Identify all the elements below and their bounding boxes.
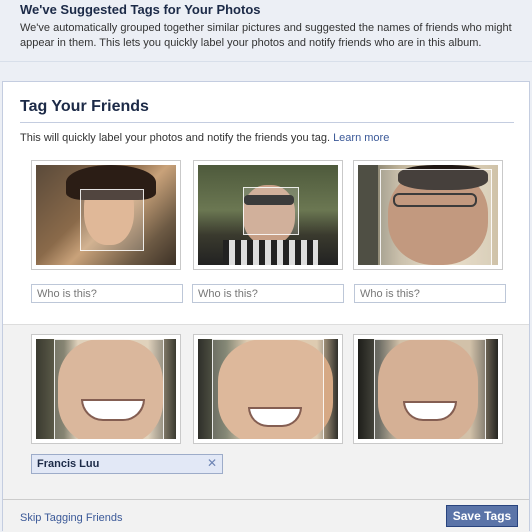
photo-image [36, 165, 176, 265]
face-tag-box [243, 187, 299, 235]
who-is-this-input[interactable]: Who is this? [354, 284, 506, 303]
tag-friends-panel: Tag Your Friends This will quickly label… [2, 81, 530, 532]
panel-title: Tag Your Friends [20, 98, 149, 115]
close-icon[interactable]: ✕ [207, 457, 217, 469]
name-token-label: Francis Luu [37, 458, 100, 470]
photo-thumbnail[interactable] [193, 160, 343, 270]
who-is-this-input[interactable]: Who is this? [31, 284, 183, 303]
face-tag-box [380, 169, 492, 265]
photo-image [358, 165, 498, 265]
subtitle-text: This will quickly label your photos and … [20, 132, 330, 144]
photo-thumbnail[interactable] [31, 160, 181, 270]
save-tags-button[interactable]: Save Tags [446, 505, 518, 527]
name-token[interactable]: Francis Luu ✕ [31, 454, 223, 474]
face-tag-box [212, 339, 324, 439]
learn-more-link[interactable]: Learn more [333, 132, 389, 144]
banner-text: We've automatically grouped together sim… [20, 22, 512, 49]
photo-image [198, 165, 338, 265]
photo-thumbnail[interactable] [193, 334, 343, 444]
face-tag-box [374, 339, 486, 439]
photo-thumbnail[interactable] [353, 334, 503, 444]
photo-thumbnail[interactable] [31, 334, 181, 444]
divider [20, 122, 514, 123]
panel-subtitle: This will quickly label your photos and … [20, 132, 389, 144]
skip-tagging-link[interactable]: Skip Tagging Friends [20, 512, 123, 524]
face-tag-box [54, 339, 164, 439]
photo-thumbnail[interactable] [353, 160, 503, 270]
photo-image [36, 339, 176, 439]
footer-bar: Skip Tagging Friends Save Tags [3, 499, 529, 532]
who-is-this-input[interactable]: Who is this? [192, 284, 344, 303]
photo-image [198, 339, 338, 439]
background-shape [358, 165, 378, 265]
shirt-shape [223, 240, 318, 265]
banner-title: We've Suggested Tags for Your Photos [20, 2, 261, 17]
suggestion-banner: We've Suggested Tags for Your Photos We'… [0, 0, 532, 62]
face-tag-box [80, 189, 144, 251]
photo-image [358, 339, 498, 439]
